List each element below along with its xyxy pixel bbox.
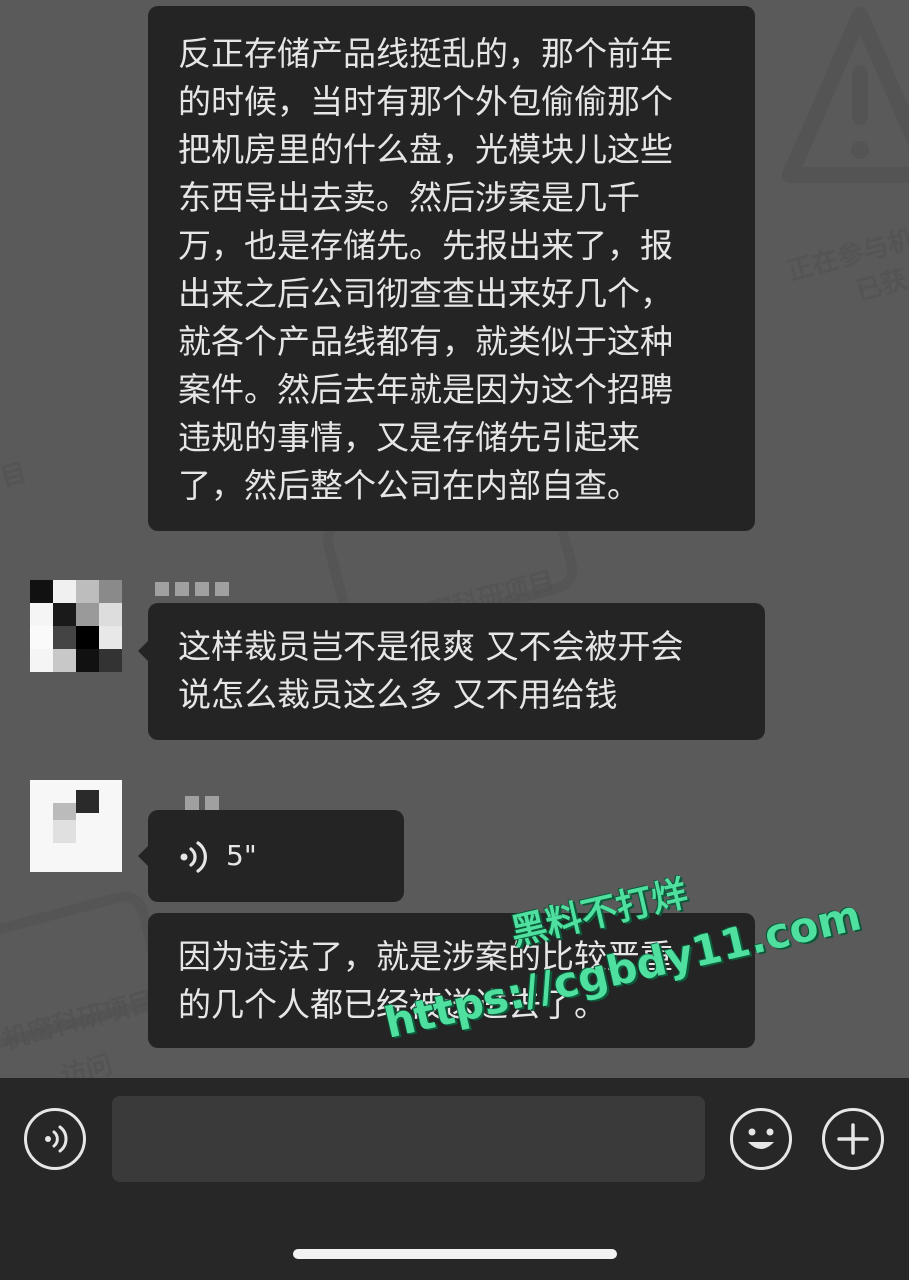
bg-watermark-text: 目 (0, 458, 31, 494)
voice-duration: 5" (226, 839, 257, 872)
voice-message-bubble[interactable]: 5" (138, 810, 404, 902)
message-input[interactable] (112, 1096, 705, 1182)
home-indicator[interactable] (293, 1249, 617, 1259)
bubble-tail (138, 641, 148, 661)
message-line: 万，也是存储先。先报出来了，报 (178, 226, 673, 265)
bg-watermark-text: 访问 (57, 1049, 116, 1078)
message-line: 这样裁员岂不是很爽 又不会被开会 (178, 627, 684, 666)
add-more-button[interactable] (822, 1108, 884, 1170)
message-line: 出来之后公司彻查查出来好几个， (178, 274, 673, 313)
message-bubble[interactable]: 这样裁员岂不是很爽 又不会被开会 说怎么裁员这么多 又不用给钱 (138, 603, 765, 740)
message-line: 把机房里的什么盘，光模块儿这些 (178, 130, 673, 169)
message-line: 了，然后整个公司在内部自查。 (178, 466, 640, 505)
avatar[interactable] (30, 580, 122, 672)
nickname-redacted (185, 795, 225, 811)
chat-area: 正在参与机 已获 机密科研项目 机密科研项目 访问 目 反正存储产品线挺乱的，那… (0, 0, 909, 1078)
emoji-button[interactable] (730, 1108, 792, 1170)
message-line: 东西导出去卖。然后涉案是几千 (178, 178, 640, 217)
voice-input-button[interactable] (24, 1108, 86, 1170)
plus-icon (837, 1123, 869, 1155)
smiley-icon (748, 1128, 774, 1149)
voice-wave-icon (45, 1125, 68, 1153)
message-line: 的时候，当时有那个外包偷偷那个 (178, 82, 673, 121)
bubble-tail (138, 846, 148, 866)
warning-triangle-watermark (782, 7, 909, 183)
nickname-redacted (155, 581, 235, 597)
voice-wave-icon (180, 841, 207, 873)
message-bubble[interactable]: 反正存储产品线挺乱的，那个前年 的时候，当时有那个外包偷偷那个 把机房里的什么盘… (148, 6, 755, 531)
message-line: 说怎么裁员这么多 又不用给钱 (178, 675, 618, 714)
message-line: 案件。然后去年就是因为这个招聘 (178, 370, 673, 409)
message-line: 就各个产品线都有，就类似于这种 (178, 322, 673, 361)
message-line: 违规的事情，又是存储先引起来 (178, 418, 640, 457)
message-line: 反正存储产品线挺乱的，那个前年 (178, 34, 673, 73)
avatar[interactable] (30, 780, 122, 872)
